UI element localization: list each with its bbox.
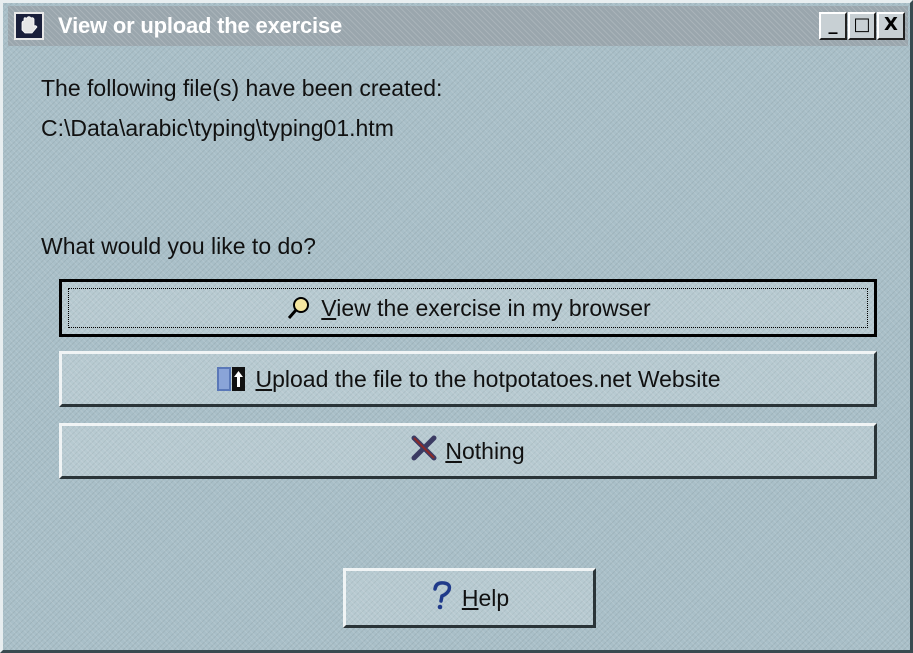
- x-icon: [411, 435, 437, 467]
- maximize-icon: □: [853, 14, 871, 35]
- dialog-window: View or upload the exercise _ □ X The fo…: [0, 0, 913, 653]
- question-icon: [430, 580, 454, 616]
- hand-icon: [17, 14, 41, 36]
- minimize-icon: _: [828, 14, 838, 35]
- help-button[interactable]: Help: [343, 568, 596, 628]
- upload-file-button[interactable]: Upload the file to the hotpotatoes.net W…: [59, 351, 877, 407]
- file-path: C:\Data\arabic\typing\typing01.htm: [41, 115, 394, 141]
- close-icon: X: [884, 14, 898, 35]
- magnifier-icon: [285, 294, 313, 322]
- close-button[interactable]: X: [877, 12, 905, 40]
- help-button-label: Help: [461, 584, 510, 611]
- upload-icon: [215, 364, 247, 394]
- nothing-button[interactable]: Nothing: [59, 423, 877, 479]
- nothing-button-label: Nothing: [445, 437, 525, 464]
- view-button-label: View the exercise in my browser: [321, 294, 651, 321]
- maximize-button[interactable]: □: [848, 12, 876, 40]
- upload-button-label: Upload the file to the hotpotatoes.net W…: [255, 365, 721, 392]
- created-files-label: The following file(s) have been created:: [41, 75, 443, 101]
- app-icon[interactable]: [14, 12, 44, 40]
- window-title: View or upload the exercise: [58, 13, 342, 38]
- view-in-browser-button[interactable]: View the exercise in my browser: [59, 279, 877, 337]
- minimize-button[interactable]: _: [819, 12, 847, 40]
- question-label: What would you like to do?: [41, 233, 316, 259]
- title-bar[interactable]: View or upload the exercise _ □ X: [8, 6, 908, 46]
